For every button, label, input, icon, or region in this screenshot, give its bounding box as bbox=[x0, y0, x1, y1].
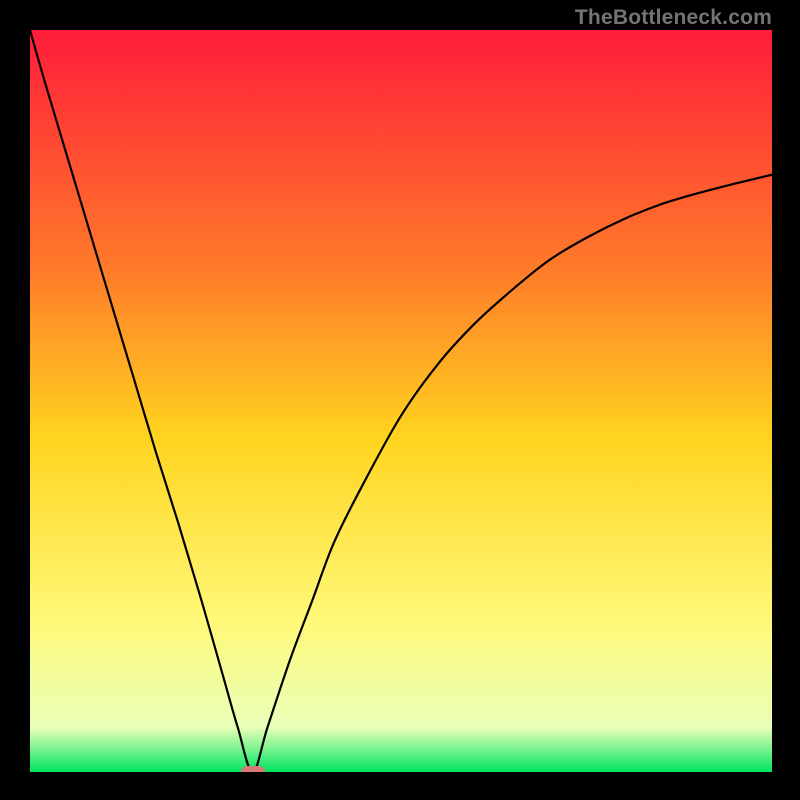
plot-area bbox=[30, 30, 772, 772]
chart-frame: TheBottleneck.com bbox=[0, 0, 800, 800]
bottleneck-curve bbox=[30, 30, 772, 772]
optimum-marker bbox=[241, 766, 265, 772]
watermark-text: TheBottleneck.com bbox=[575, 6, 772, 30]
